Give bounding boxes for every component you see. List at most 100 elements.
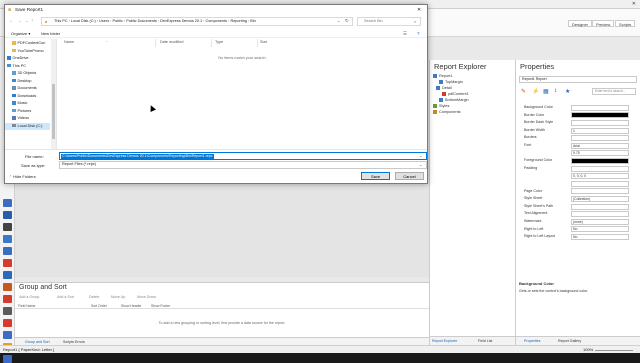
property-row[interactable]: 9.75	[516, 150, 637, 158]
property-row[interactable]: Border Color	[516, 112, 637, 120]
property-row[interactable]: Watermark (none)	[516, 218, 637, 226]
add-sort-button[interactable]: Add a Sort	[57, 294, 74, 301]
nav-item[interactable]: Music	[5, 100, 50, 108]
col-date-modified[interactable]: Date modified	[160, 40, 183, 44]
breadcrumb-segment[interactable]: Components	[206, 19, 228, 23]
gauge-tool-icon[interactable]	[3, 247, 12, 255]
move-down-button[interactable]: Move Down	[137, 294, 156, 301]
breadcrumb-segment[interactable]: Local Disk (C:)	[71, 19, 96, 23]
close-icon[interactable]: ✕	[417, 5, 421, 15]
view-options-icon[interactable]: ☰	[403, 30, 407, 37]
nav-item[interactable]: 3D Objects	[5, 70, 50, 78]
property-value[interactable]: (none)	[571, 218, 629, 225]
nav-item[interactable]: Downloads	[5, 93, 50, 101]
col-name[interactable]: Name	[64, 40, 74, 44]
breadcrumb-segment[interactable]: DevExpress Demos 20.1	[160, 19, 202, 23]
property-value[interactable]	[571, 104, 629, 111]
property-row[interactable]: Border Dash Style	[516, 119, 637, 127]
property-row[interactable]: Right to Left No	[516, 226, 637, 234]
property-row[interactable]: Style Sheet (Collection)	[516, 195, 637, 203]
property-row[interactable]: Text Alignment	[516, 210, 637, 218]
chevron-down-icon[interactable]: ⌄	[419, 153, 422, 158]
nav-item[interactable]: This PC	[5, 63, 50, 71]
property-value[interactable]	[571, 157, 629, 164]
nav-item[interactable]: OneDrive	[5, 55, 50, 63]
property-row[interactable]	[516, 180, 637, 188]
shape-tool-icon[interactable]	[3, 319, 12, 327]
search-input[interactable]: Search Bin ⌕	[357, 17, 421, 26]
property-row[interactable]: Borders	[516, 134, 637, 142]
delete-button[interactable]: Delete	[89, 294, 99, 301]
breadcrumb-segment[interactable]: Bin	[250, 19, 256, 23]
panel-tool-icon[interactable]	[3, 355, 12, 363]
col-type[interactable]: Type	[215, 40, 223, 44]
breadcrumb-segment[interactable]: This PC	[54, 19, 68, 23]
column-divider[interactable]	[257, 39, 258, 47]
property-row[interactable]: 0, 0, 0, 0	[516, 172, 637, 180]
property-row[interactable]: Foreground Color	[516, 157, 637, 165]
organize-menu[interactable]: Organize ▾	[11, 30, 30, 37]
move-up-button[interactable]: Move Up	[111, 294, 125, 301]
zoom-slider[interactable]	[595, 349, 633, 351]
property-value[interactable]	[571, 112, 629, 119]
property-row[interactable]: Font Arial	[516, 142, 637, 150]
nav-item[interactable]: YouTubePromo	[5, 48, 50, 56]
brush-icon[interactable]: ✎	[521, 88, 526, 95]
sparkline-tool-icon[interactable]	[3, 259, 12, 267]
nav-item[interactable]: Desktop	[5, 78, 50, 86]
property-value[interactable]: 9.75	[571, 150, 629, 157]
column-divider[interactable]	[211, 39, 212, 47]
tree-item-components[interactable]: Components	[430, 109, 461, 115]
property-row[interactable]: Style Sheet's Path	[516, 203, 637, 211]
col-size[interactable]: Size	[260, 40, 267, 44]
cancel-button[interactable]: Cancel	[395, 172, 424, 180]
nav-item[interactable]: Local Disk (C:)	[5, 122, 50, 130]
property-value[interactable]: No	[571, 226, 629, 233]
breadcrumb-segment[interactable]: Reporting	[230, 19, 246, 23]
file-list[interactable]: Name ^ Date modified Type Size No items …	[58, 39, 427, 149]
tab-field-list[interactable]: Field List	[478, 339, 492, 343]
nav-scrollbar[interactable]	[51, 39, 56, 149]
favorites-icon[interactable]: ★	[565, 88, 570, 95]
add-group-button[interactable]: Add a Group	[19, 294, 39, 301]
property-row[interactable]: Right to Left Layout No	[516, 233, 637, 241]
savetype-select[interactable]: Report Files (*.repx) ⌄	[59, 161, 427, 169]
tab-designer[interactable]: Designer	[568, 20, 593, 27]
hide-folders-toggle[interactable]: ⌃ Hide Folders	[9, 173, 36, 181]
page-info-tool-icon[interactable]	[3, 271, 12, 279]
property-value[interactable]	[571, 203, 629, 210]
tab-properties[interactable]: Properties	[524, 339, 540, 343]
property-value[interactable]	[571, 188, 629, 195]
label-tool-icon[interactable]	[3, 199, 12, 207]
up-arrow-icon[interactable]: ↑	[31, 18, 34, 24]
tab-scripts[interactable]: Scripts	[615, 20, 636, 27]
property-search-input[interactable]: Enter text to search...	[592, 88, 636, 95]
property-row[interactable]: Background Color	[516, 104, 637, 112]
breadcrumb-segment[interactable]: Public	[112, 19, 122, 23]
pdf-content-tool-icon[interactable]	[3, 295, 12, 303]
help-icon[interactable]: ?	[417, 30, 420, 37]
property-value[interactable]: 1	[571, 127, 629, 134]
property-value[interactable]	[571, 180, 629, 187]
checkbox-tool-icon[interactable]	[3, 331, 12, 339]
property-value[interactable]	[571, 119, 629, 126]
column-divider[interactable]	[155, 39, 156, 47]
property-value[interactable]	[571, 135, 629, 142]
line-tool-icon[interactable]	[3, 307, 12, 315]
filename-field[interactable]: C:\Users\Public\Documents\DevExpress Dem…	[59, 152, 427, 160]
sort-az-icon[interactable]: ↕	[554, 88, 557, 94]
nav-item[interactable]: Pictures	[5, 108, 50, 116]
back-arrow-icon[interactable]: ←	[9, 18, 14, 24]
breadcrumb-segment[interactable]: Public Documents	[126, 19, 157, 23]
property-row[interactable]: Padding	[516, 165, 637, 173]
chart-tool-icon[interactable]	[3, 235, 12, 243]
table-tool-icon[interactable]	[3, 211, 12, 219]
save-button[interactable]: Save	[361, 172, 390, 180]
layout-icon[interactable]: ▦	[543, 88, 549, 95]
tab-scripts-errors[interactable]: Scripts Errors	[63, 340, 85, 344]
chevron-down-icon[interactable]: ⌄	[419, 162, 422, 168]
chevron-down-icon[interactable]: ⌄	[25, 18, 28, 23]
barcode-tool-icon[interactable]	[3, 223, 12, 231]
new-folder-button[interactable]: New folder	[41, 30, 60, 37]
close-icon[interactable]: ✕	[632, 1, 636, 7]
